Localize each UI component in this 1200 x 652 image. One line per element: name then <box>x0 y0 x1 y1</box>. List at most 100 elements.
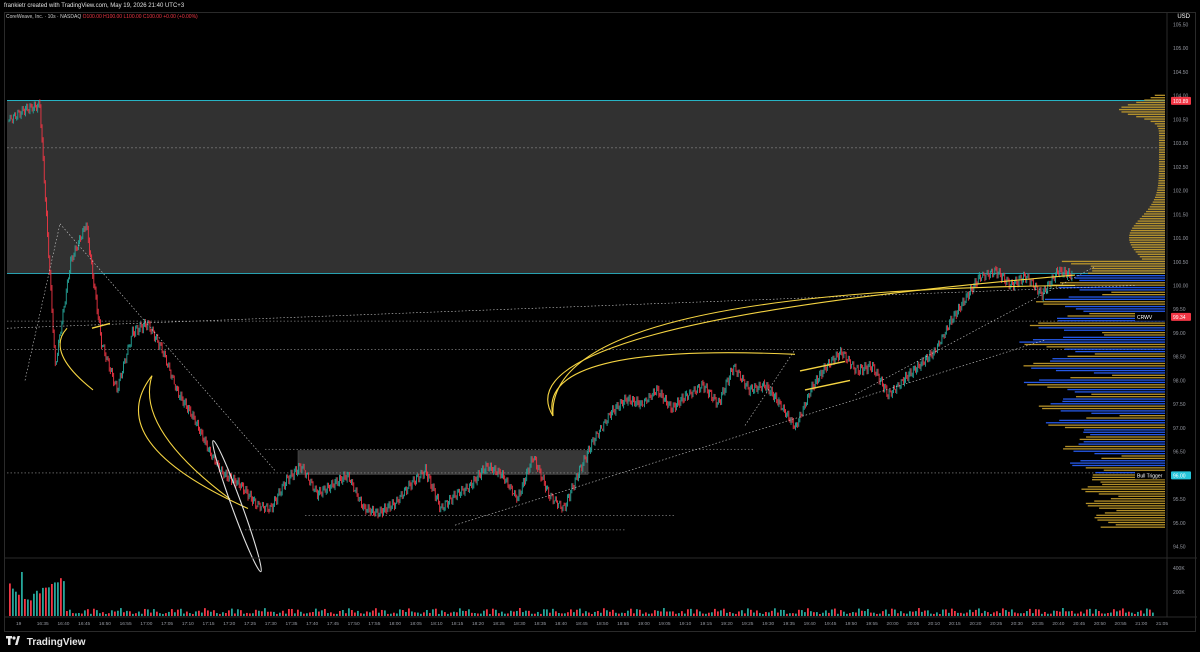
volume-bar <box>858 608 860 616</box>
volume-profile-bar <box>1158 144 1165 146</box>
volume-bar <box>975 609 977 616</box>
volume-profile-bar <box>1139 256 1165 258</box>
volume-bar <box>1074 613 1076 616</box>
volume-bar <box>774 608 776 616</box>
tradingview-brand[interactable]: TradingView <box>6 636 86 648</box>
volume-bar <box>1020 613 1022 616</box>
range-box[interactable] <box>297 450 589 475</box>
volume-bar <box>213 610 215 616</box>
volume-profile-bar <box>1130 244 1165 246</box>
price-marker-value-2: 103.89 <box>1173 99 1189 105</box>
x-tick-13: 17:35 <box>285 621 297 627</box>
volume-bar <box>306 613 308 616</box>
volume-bar <box>789 613 791 616</box>
volume-profile-bar <box>1083 441 1165 443</box>
yellow-channel-2[interactable] <box>91 322 111 329</box>
chart-pane[interactable]: 105.50 105.00 104.50 104.00 103.50 103.00 102.… <box>4 12 1197 633</box>
volume-bar <box>1113 609 1115 616</box>
volume-profile-bar <box>1047 386 1165 388</box>
volume-bar <box>489 613 491 616</box>
volume-bars[interactable] <box>9 572 1154 616</box>
volume-bar <box>510 610 512 616</box>
price-marker-label-1: CRWV <box>1137 315 1153 321</box>
volume-profile-bar <box>1133 248 1165 251</box>
volume-profile-bar <box>1158 180 1165 182</box>
trendline-2[interactable] <box>6 285 1136 329</box>
volume-bar <box>555 611 557 616</box>
yellow-curve-1[interactable] <box>137 375 249 510</box>
volume-profile-bar <box>1158 137 1165 139</box>
volume-bar <box>504 613 506 616</box>
x-tick-14: 17:40 <box>306 621 318 627</box>
yellow-channel-0[interactable] <box>799 360 846 372</box>
yellow-curve-0[interactable] <box>59 327 94 391</box>
volume-bar <box>654 610 656 616</box>
volume-bar <box>588 612 590 616</box>
currency-label[interactable]: USD <box>1177 14 1190 20</box>
volume-bar <box>153 609 155 616</box>
volume-bar <box>621 612 623 616</box>
volume-profile-bar <box>1116 509 1165 512</box>
volume-profile-bar <box>1098 493 1165 495</box>
price-chart[interactable]: 105.50105.00104.50104.00103.50103.00102.… <box>5 13 1197 633</box>
x-tick-23: 18:25 <box>493 621 505 627</box>
volume-profile-bar <box>1150 120 1165 123</box>
volume-profile-bar <box>1156 191 1165 194</box>
volume-bar <box>492 608 494 616</box>
volume-bar <box>969 609 971 616</box>
yellow-curve-3[interactable] <box>547 274 1076 417</box>
y-tick-7: 102.00 <box>1173 189 1189 195</box>
volume-bar <box>300 611 302 616</box>
trendline-3[interactable] <box>454 339 1046 526</box>
volume-bar <box>675 613 677 616</box>
volume-bar <box>714 608 716 616</box>
volume-profile-bar <box>1158 139 1165 142</box>
volume-bar <box>402 610 404 616</box>
volume-bar <box>264 608 266 616</box>
volume-bar <box>612 609 614 616</box>
volume-profile-bar <box>1036 301 1165 303</box>
volume-bar <box>564 613 566 616</box>
yellow-curve-5[interactable] <box>552 284 1076 417</box>
volume-profile-bar <box>1150 97 1165 99</box>
symbol-legend[interactable]: CoreWeave, Inc. · 10s · NASDAQ O100.00 H… <box>6 14 198 20</box>
volume-bar <box>1062 608 1064 616</box>
volume-bar <box>30 600 32 616</box>
volume-bar <box>468 609 470 616</box>
volume-bar <box>99 613 101 616</box>
volume-bar <box>459 608 461 616</box>
volume-bar <box>291 608 293 616</box>
volume-bar <box>204 608 206 616</box>
volume-profile-bar <box>1135 251 1165 253</box>
symbol-name[interactable]: CoreWeave, Inc. · 10s · NASDAQ <box>6 14 81 20</box>
bottom-bar <box>0 632 1200 652</box>
volume-bar <box>837 613 839 616</box>
volume-bar <box>498 613 500 616</box>
volume-bar <box>378 612 380 616</box>
volume-bar <box>123 612 125 616</box>
volume-bar <box>207 610 209 616</box>
volume-profile-bar <box>1158 127 1165 130</box>
resistance-zone[interactable] <box>7 100 1165 274</box>
x-tick-30: 19:00 <box>638 621 650 627</box>
volume-bar <box>249 613 251 616</box>
volume-bar <box>798 609 800 616</box>
volume-bar <box>690 608 692 616</box>
volume-bar <box>18 594 20 616</box>
y-tick-0: 105.50 <box>1173 22 1189 28</box>
volume-bar <box>222 612 224 616</box>
volume-bar <box>912 611 914 616</box>
volume-profile-bar <box>1067 388 1165 391</box>
volume-profile-bar <box>1038 405 1165 407</box>
y-tick-15: 98.00 <box>1173 378 1186 384</box>
volume-profile-bar <box>1023 381 1165 384</box>
volume-bar <box>1125 612 1127 616</box>
volume-bar <box>924 610 926 616</box>
volume-profile-bar <box>1044 298 1165 301</box>
yellow-curve-2[interactable] <box>148 375 231 500</box>
volume-bar <box>69 609 71 616</box>
volume-bar <box>114 611 116 616</box>
volume-bar <box>507 613 509 616</box>
volume-bar <box>885 609 887 616</box>
volume-bar <box>318 611 320 616</box>
